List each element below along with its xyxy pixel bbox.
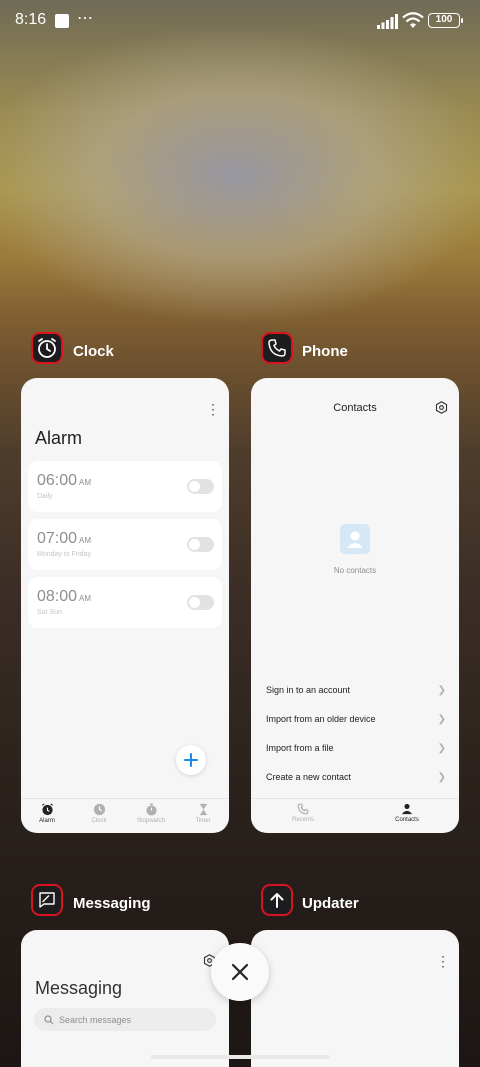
tab-timer[interactable]: Timer [177, 799, 229, 832]
tab-label: Timer [195, 818, 211, 824]
clock-tab-bar: Alarm Clock Stopwatch Timer [21, 798, 229, 832]
messaging-app-title[interactable]: Messaging [73, 895, 151, 912]
search-input[interactable]: Search messages [34, 1008, 216, 1031]
more-options-icon[interactable]: ⋮ [436, 954, 450, 968]
stopwatch-icon [145, 803, 157, 816]
menu-label: Import from a file [266, 743, 334, 753]
hourglass-icon [199, 803, 207, 816]
clock-app-title[interactable]: Clock [73, 343, 114, 360]
phone-icon [297, 803, 309, 815]
alarm-repeat: Daily [37, 493, 53, 500]
menu-import-older-device[interactable]: Import from an older device ❯ [266, 714, 446, 725]
tab-label: Recents [291, 817, 314, 823]
phone-icon[interactable] [261, 332, 293, 364]
alarm-clock-icon [41, 803, 53, 816]
no-contacts-label: No contacts [333, 566, 377, 575]
alarm-toggle[interactable] [187, 479, 214, 494]
chevron-right-icon: ❯ [437, 772, 446, 783]
contacts-page-title: Contacts [333, 402, 377, 414]
close-icon [231, 963, 249, 981]
clock-app-card[interactable]: ⋮ Alarm 06:00 AM Daily 07:00 AM Monday to … [21, 378, 229, 833]
alarm-toggle[interactable] [187, 595, 214, 610]
clock-icon [93, 803, 105, 816]
chevron-right-icon: ❯ [437, 743, 446, 754]
messaging-app-card[interactable]: Messaging Search messages [21, 930, 229, 1067]
menu-create-contact[interactable]: Create a new contact ❯ [266, 772, 446, 783]
search-placeholder: Search messages [59, 1014, 132, 1025]
updater-app-title[interactable]: Updater [302, 895, 359, 912]
alarm-toggle[interactable] [187, 537, 214, 552]
alarm-ampm: AM [79, 594, 92, 603]
tab-label: Contacts [395, 817, 419, 823]
alarm-repeat: Monday to Friday [37, 551, 92, 558]
notification-square-icon [55, 14, 69, 28]
alarm-ampm: AM [79, 478, 92, 487]
alarm-time: 08:00 AM [37, 588, 92, 605]
menu-import-file[interactable]: Import from a file ❯ [266, 743, 446, 754]
tab-label: Clock [91, 818, 107, 824]
alarm-item[interactable]: 06:00 AM Daily [28, 461, 222, 512]
plus-icon [184, 753, 198, 767]
close-all-button[interactable] [211, 943, 269, 1001]
phone-app-card[interactable]: Contacts No contacts Sign in to an accou… [251, 378, 459, 833]
alarm-item[interactable]: 08:00 AM Sat Sun [28, 577, 222, 628]
search-icon [44, 1014, 54, 1024]
settings-icon[interactable] [435, 401, 448, 414]
more-notifications-icon: ⋯ [77, 10, 94, 27]
more-options-icon[interactable]: ⋮ [206, 402, 220, 416]
empty-contacts-icon [340, 524, 370, 554]
wifi-icon [402, 12, 424, 28]
tab-contacts[interactable]: Contacts [355, 799, 459, 832]
phone-app-title[interactable]: Phone [302, 343, 348, 360]
menu-sign-in[interactable]: Sign in to an account ❯ [266, 685, 446, 696]
menu-label: Create a new contact [266, 772, 352, 782]
tab-clock[interactable]: Clock [73, 799, 125, 832]
phone-tab-bar: Recents Contacts [251, 798, 459, 832]
status-time: 8:16 [15, 11, 47, 28]
menu-label: Import from an older device [266, 714, 376, 724]
tab-recents[interactable]: Recents [251, 799, 355, 832]
tab-stopwatch[interactable]: Stopwatch [125, 799, 177, 832]
messaging-page-title: Messaging [35, 978, 123, 998]
alarm-repeat: Sat Sun [37, 609, 62, 616]
menu-label: Sign in to an account [266, 685, 351, 695]
alarm-page-title: Alarm [35, 428, 83, 448]
alarm-clock-icon[interactable] [31, 332, 63, 364]
add-alarm-button[interactable] [176, 745, 206, 775]
signal-icon [377, 14, 398, 29]
chevron-right-icon: ❯ [437, 685, 446, 696]
alarm-ampm: AM [79, 536, 92, 545]
chat-bubble-icon[interactable] [31, 884, 63, 916]
tab-label: Stopwatch [136, 818, 166, 824]
tab-alarm[interactable]: Alarm [21, 799, 73, 832]
tab-label: Alarm [39, 818, 55, 824]
updater-app-card[interactable]: ⋮ [251, 930, 459, 1067]
alarm-time: 07:00 AM [37, 530, 92, 547]
home-indicator[interactable] [151, 1055, 330, 1059]
alarm-time: 06:00 AM [37, 472, 92, 489]
chevron-right-icon: ❯ [437, 714, 446, 725]
alarm-item[interactable]: 07:00 AM Monday to Friday [28, 519, 222, 570]
person-icon [401, 803, 413, 815]
arrow-up-icon[interactable] [261, 884, 293, 916]
battery-indicator: 100 [428, 13, 463, 28]
